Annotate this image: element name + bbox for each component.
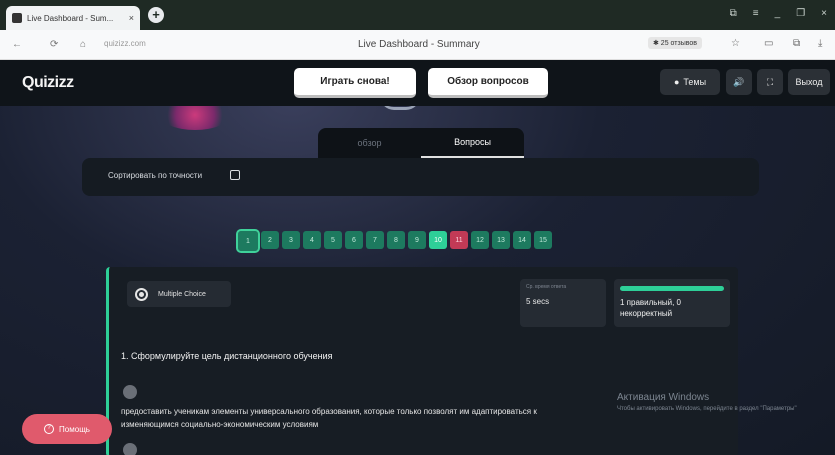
option-radio-icon [123,443,137,455]
sort-checkbox[interactable] [230,170,240,180]
question-number-button[interactable]: 14 [513,231,531,249]
window-control-2[interactable]: ≡ [753,8,759,19]
avg-time-value: 5 secs [526,297,550,306]
accuracy-stat: 1 правильный, 0 некорректный [614,279,730,327]
avg-time-label: Ср. время ответа [526,284,567,290]
help-button[interactable]: ? Помощь [22,414,112,444]
question-card: Multiple Choice Ср. время ответа 5 secs … [106,267,738,455]
download-icon[interactable]: ⤓ [818,38,822,49]
sound-button[interactable]: 🔊 [726,69,752,95]
reader-icon[interactable]: ▭ [764,38,773,49]
tab-overview[interactable]: обзор [318,128,421,158]
question-number-button[interactable]: 11 [450,231,468,249]
play-again-button[interactable]: Играть снова! [294,68,416,98]
minimize-button[interactable]: _ [775,8,781,19]
help-icon: ? [44,424,55,434]
question-number-button[interactable]: 5 [324,231,342,249]
question-number-button[interactable]: 3 [282,231,300,249]
favicon-icon [12,13,22,23]
question-navigator: 1 2 3 4 5 6 7 8 9 10 11 12 13 14 15 [236,229,552,253]
tab-title: Live Dashboard - Sum... [27,13,114,23]
page-title: Live Dashboard - Summary [358,39,480,50]
radio-icon [135,287,148,301]
close-window-button[interactable]: × [821,8,827,19]
sort-label: Сортировать по точности [108,171,203,180]
question-number-button[interactable]: 7 [366,231,384,249]
question-number-button[interactable]: 13 [492,231,510,249]
reload-icon[interactable]: ⟳ [50,39,58,50]
watermark-title: Активация Windows [617,392,710,403]
window-control-1[interactable]: ⧉ [730,8,737,19]
browser-tabbar: Live Dashboard - Sum... × + ⧉ ≡ _ ❐ × [0,0,835,30]
themes-label: Темы [683,77,707,87]
question-type-badge: Multiple Choice [127,281,231,307]
window-controls: ⧉ ≡ _ ❐ × [730,8,827,19]
bookmark-icon[interactable]: ☆ [731,38,740,49]
accuracy-value: 1 правильный, 0 некорректный [620,298,681,318]
reviews-chip[interactable]: ✱ 25 отзывов [648,37,702,49]
question-number-button[interactable]: 10 [429,231,447,249]
avg-time-stat: Ср. время ответа 5 secs [520,279,606,327]
exit-button[interactable]: Выход [788,69,830,95]
app-header: Quizizz Играть снова! Обзор вопросов ● Т… [0,60,835,106]
sort-panel: Сортировать по точности [82,158,759,196]
question-number-button[interactable]: 4 [303,231,321,249]
question-number-button[interactable]: 1 [236,229,260,253]
themes-button[interactable]: ● Темы [660,69,720,95]
fullscreen-icon: ⛶ [766,76,774,87]
help-label: Помощь [59,424,90,434]
browser-addressbar: ← ⟳ ⌂ quizizz.com Live Dashboard - Summa… [0,30,835,60]
quizizz-app: Quizizz Играть снова! Обзор вопросов ● Т… [0,60,835,455]
option-radio-icon [123,385,137,399]
palette-icon: ● [673,77,680,87]
question-number-button[interactable]: 15 [534,231,552,249]
screen: Live Dashboard - Sum... × + ⧉ ≡ _ ❐ × ← … [0,0,835,455]
back-icon[interactable]: ← [12,39,22,50]
answer-option-text: предоставить ученикам элементы универсал… [121,407,537,429]
home-icon[interactable]: ⌂ [80,39,86,50]
review-questions-button[interactable]: Обзор вопросов [428,68,548,98]
question-type-label: Multiple Choice [158,290,206,298]
view-tabs: обзор Вопросы [318,128,524,158]
question-number-button[interactable]: 2 [261,231,279,249]
question-title: 1. Сформулируйте цель дистанционного обу… [121,351,333,361]
new-tab-button[interactable]: + [148,7,164,23]
watermark-text: Чтобы активировать Windows, перейдите в … [617,406,797,412]
sound-icon: 🔊 [733,76,745,87]
browser-tab[interactable]: Live Dashboard - Sum... × [6,6,140,30]
fullscreen-button[interactable]: ⛶ [757,69,783,95]
tab-questions[interactable]: Вопросы [421,128,524,158]
tab-close-icon[interactable]: × [129,13,134,23]
quizizz-logo: Quizizz [22,74,74,91]
accuracy-bar [620,286,724,291]
windows-activation-watermark: Активация Windows Чтобы активировать Win… [617,392,827,414]
question-number-button[interactable]: 6 [345,231,363,249]
collections-icon[interactable]: ⧉ [793,38,800,49]
maximize-button[interactable]: ❐ [796,8,805,19]
question-number-button[interactable]: 8 [387,231,405,249]
url-field[interactable]: quizizz.com [104,39,146,48]
question-number-button[interactable]: 9 [408,231,426,249]
question-number-button[interactable]: 12 [471,231,489,249]
